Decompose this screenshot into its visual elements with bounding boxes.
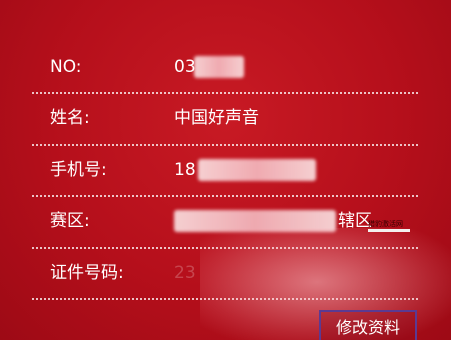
field-row-phone: 手机号: 18 [32, 147, 418, 195]
row-divider [32, 195, 418, 197]
field-value-region: 辖区 [338, 211, 372, 231]
field-row-number: NO: 03 [32, 44, 418, 92]
watermark-bar [368, 229, 410, 232]
field-row-name: 姓名: 中国好声音 [32, 95, 418, 143]
row-divider [32, 247, 418, 249]
field-row-id: 证件号码: 23 [32, 250, 418, 298]
field-value-phone: 18 [174, 160, 196, 180]
profile-screen: NO: 03 姓名: 中国好声音 手机号: 18 赛区: 辖区 证件号码: 23… [0, 0, 451, 340]
edit-profile-button[interactable]: 修改资料 [319, 310, 417, 340]
row-divider [32, 144, 418, 146]
redacted-phone-mask [198, 159, 316, 181]
field-label-number: NO: [50, 57, 82, 77]
row-divider [32, 92, 418, 94]
field-value-id: 23 [174, 263, 196, 283]
watermark-text: 猎豹激活网 [368, 220, 403, 228]
field-value-name: 中国好声音 [174, 108, 259, 128]
redacted-region-mask [174, 210, 336, 232]
field-label-phone: 手机号: [50, 160, 107, 180]
field-value-number: 03 [174, 57, 196, 77]
field-label-region: 赛区: [50, 211, 90, 231]
field-label-id: 证件号码: [50, 263, 124, 283]
site-watermark: 猎豹激活网 [368, 216, 412, 234]
row-divider [32, 298, 418, 300]
field-label-name: 姓名: [50, 108, 90, 128]
redacted-number-mask [194, 56, 244, 78]
field-row-region: 赛区: 辖区 [32, 198, 418, 246]
